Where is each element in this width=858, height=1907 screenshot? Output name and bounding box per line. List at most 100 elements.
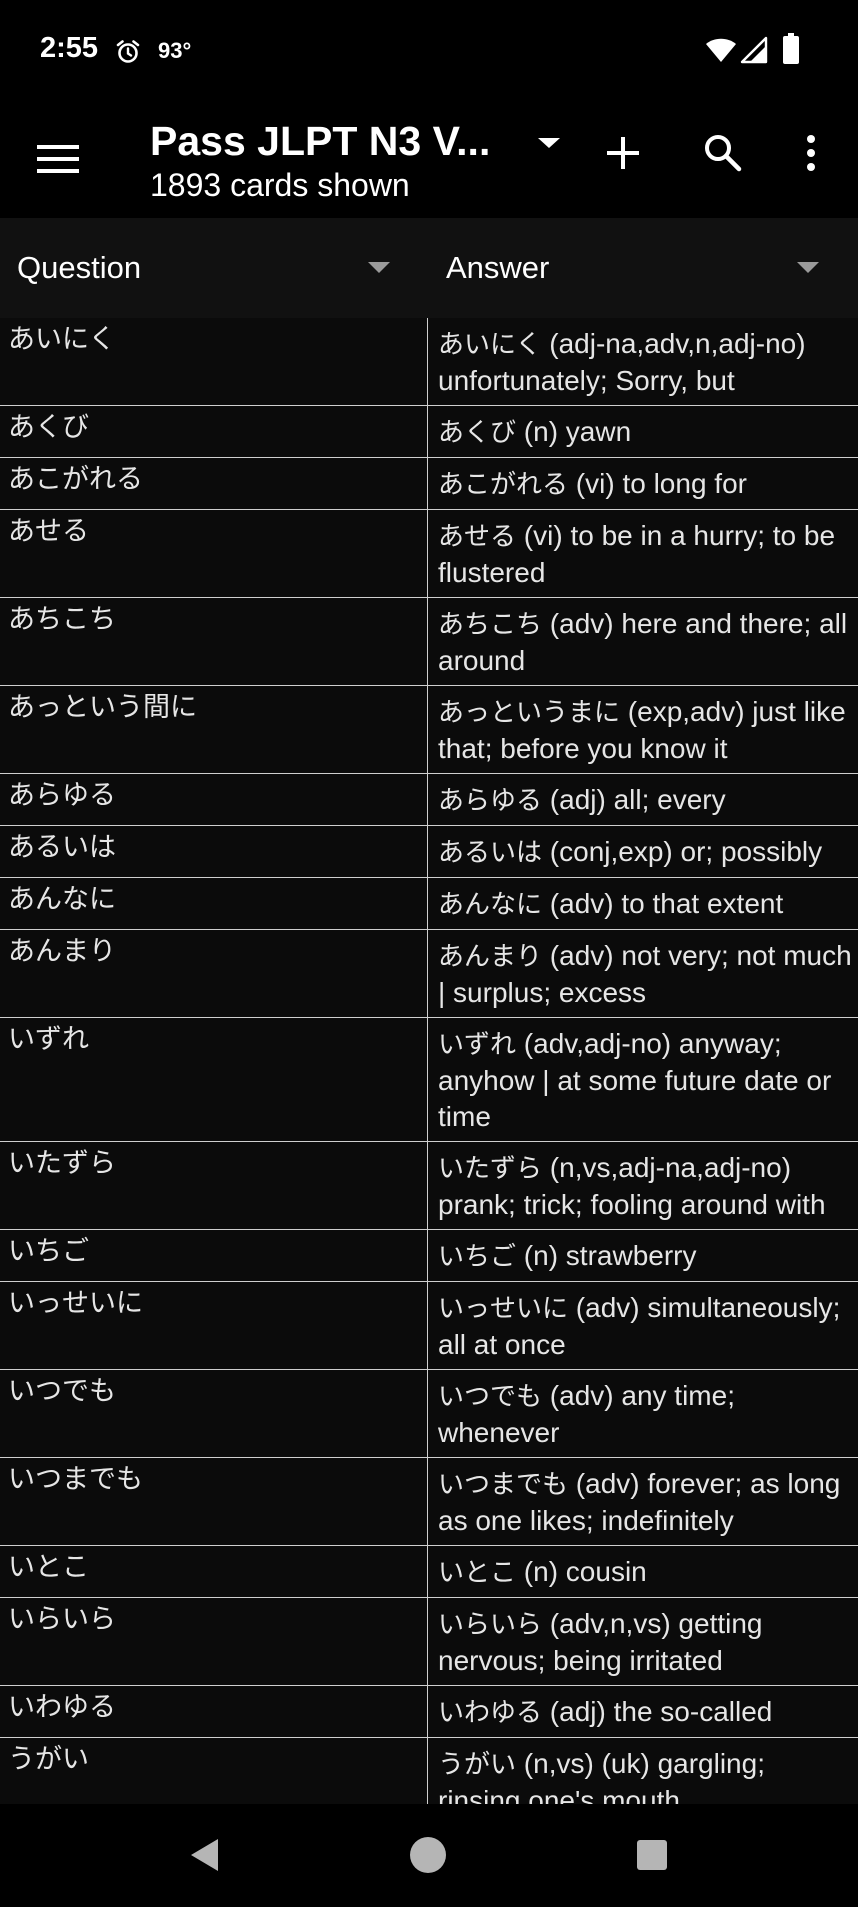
home-button[interactable] [398,1828,458,1882]
table-row[interactable]: あいにく あいにく (adj-na,adv,n,adj-no) unfortuna… [0,318,858,406]
answer-cell: あるいは (conj,exp) or; possibly [428,826,858,877]
answer-reading: いたずら [438,1154,543,1184]
table-row[interactable]: いたずら いたずら (n,vs,adj-na,adj-no) prank; tri… [0,1142,858,1230]
cell-signal-icon [740,36,768,64]
table-row[interactable]: あんなに あんなに (adv) to that extent [0,878,858,930]
question-cell: あんなに [0,878,428,929]
question-cell: あっという間に [0,686,428,773]
answer-cell: いとこ (n) cousin [428,1546,858,1597]
menu-button[interactable] [20,126,96,192]
table-row[interactable]: いっせいに いっせいに (adv) simultaneously; all at … [0,1282,858,1370]
more-options-button[interactable] [778,120,844,186]
answer-reading: あくび [438,418,517,448]
question-cell: いらいら [0,1598,428,1685]
answer-reading: あちこち [438,610,543,640]
answer-column-label: Answer [446,250,550,285]
status-bar: 2:55 93° [0,0,858,100]
alarm-clock-icon [116,40,140,63]
battery-icon [783,33,799,64]
table-row[interactable]: あちこち あちこち (adv) here and there; all aroun… [0,598,858,686]
answer-meaning: (vi) to long for [575,468,747,499]
hamburger-menu-icon [37,145,79,173]
wifi-icon [706,38,736,62]
table-row[interactable]: いつまでも いつまでも (adv) forever; as long as one… [0,1458,858,1546]
answer-reading: あんまり [438,942,543,972]
table-row[interactable]: いちご いちご (n) strawberry [0,1230,858,1282]
answer-reading: あこがれる [438,470,569,500]
home-circle-icon [410,1837,446,1873]
question-column-selector[interactable]: Question [17,218,427,318]
table-row[interactable]: うがい うがい (n,vs) (uk) gargling; rinsing one… [0,1738,858,1804]
deck-selector[interactable]: Pass JLPT N3 V... 1893 cards shown [150,116,570,204]
question-cell: いとこ [0,1546,428,1597]
table-row[interactable]: あこがれる あこがれる (vi) to long for [0,458,858,510]
table-row[interactable]: いわゆる いわゆる (adj) the so-called [0,1686,858,1738]
answer-meaning: (n) cousin [523,1556,647,1587]
question-cell: いつでも [0,1370,428,1457]
table-row[interactable]: あるいは あるいは (conj,exp) or; possibly [0,826,858,878]
search-icon [705,135,742,172]
question-cell: いっせいに [0,1282,428,1369]
table-row[interactable]: あっという間に あっというまに (exp,adv) just like that;… [0,686,858,774]
answer-cell: あいにく (adj-na,adv,n,adj-no) unfortunately… [428,318,858,405]
answer-cell: いらいら (adv,n,vs) getting nervous; being i… [428,1598,858,1685]
app-toolbar: Pass JLPT N3 V... 1893 cards shown [0,100,858,218]
answer-cell: あんなに (adv) to that extent [428,878,858,929]
card-list[interactable]: あいにく あいにく (adj-na,adv,n,adj-no) unfortuna… [0,318,858,1804]
recents-button[interactable] [622,1828,682,1882]
answer-cell: いわゆる (adj) the so-called [428,1686,858,1737]
chevron-down-icon[interactable] [368,262,390,274]
back-button[interactable] [175,1828,235,1882]
question-cell: あいにく [0,318,428,405]
question-cell: うがい [0,1738,428,1804]
status-time: 2:55 [40,32,99,64]
answer-reading: あせる [438,522,517,552]
answer-reading: あいにく [438,330,542,360]
question-cell: あらゆる [0,774,428,825]
question-cell: あんまり [0,930,428,1017]
answer-reading: いずれ [438,1030,517,1060]
search-button[interactable] [690,120,756,186]
add-card-button[interactable] [590,120,656,186]
system-nav-bar [0,1804,858,1907]
table-row[interactable]: いとこ いとこ (n) cousin [0,1546,858,1598]
chevron-down-icon[interactable] [534,130,564,154]
back-triangle-icon [191,1839,218,1871]
answer-cell: いつでも (adv) any time; whenever [428,1370,858,1457]
question-column-label: Question [17,250,142,285]
table-row[interactable]: あくび あくび (n) yawn [0,406,858,458]
status-temperature: 93° [158,38,192,63]
table-row[interactable]: あんまり あんまり (adv) not very; not much | surp… [0,930,858,1018]
question-cell: あせる [0,510,428,597]
answer-cell: いずれ (adv,adj-no) anyway; anyhow | at som… [428,1018,858,1141]
question-cell: あこがれる [0,458,428,509]
question-cell: いつまでも [0,1458,428,1545]
answer-meaning: (adj) the so-called [549,1696,773,1727]
answer-column-selector[interactable]: Answer [446,218,846,318]
more-vertical-icon [807,135,815,171]
recents-square-icon [637,1840,667,1870]
table-row[interactable]: いずれ いずれ (adv,adj-no) anyway; anyhow | at … [0,1018,858,1142]
deck-title: Pass JLPT N3 V... [150,118,491,164]
table-row[interactable]: あらゆる あらゆる (adj) all; every [0,774,858,826]
answer-meaning: (n) yawn [523,416,632,447]
answer-meaning: (adj) all; every [549,784,726,815]
table-row[interactable]: あせる あせる (vi) to be in a hurry; to be flus… [0,510,858,598]
chevron-down-icon[interactable] [797,262,819,274]
answer-reading: あっというまに [438,698,621,728]
answer-meaning: (conj,exp) or; possibly [549,836,823,867]
question-cell: いずれ [0,1018,428,1141]
table-row[interactable]: いらいら いらいら (adv,n,vs) getting nervous; bei… [0,1598,858,1686]
question-cell: いわゆる [0,1686,428,1737]
answer-cell: いっせいに (adv) simultaneously; all at once [428,1282,858,1369]
answer-cell: あせる (vi) to be in a hurry; to be fluster… [428,510,858,597]
answer-reading: いつまでも [438,1470,569,1500]
answer-cell: いちご (n) strawberry [428,1230,858,1281]
column-header: Question Answer [0,218,858,318]
answer-cell: あちこち (adv) here and there; all around [428,598,858,685]
table-row[interactable]: いつでも いつでも (adv) any time; whenever [0,1370,858,1458]
question-cell: あくび [0,406,428,457]
answer-reading: うがい [438,1750,517,1780]
answer-cell: あこがれる (vi) to long for [428,458,858,509]
plus-icon [607,137,639,169]
